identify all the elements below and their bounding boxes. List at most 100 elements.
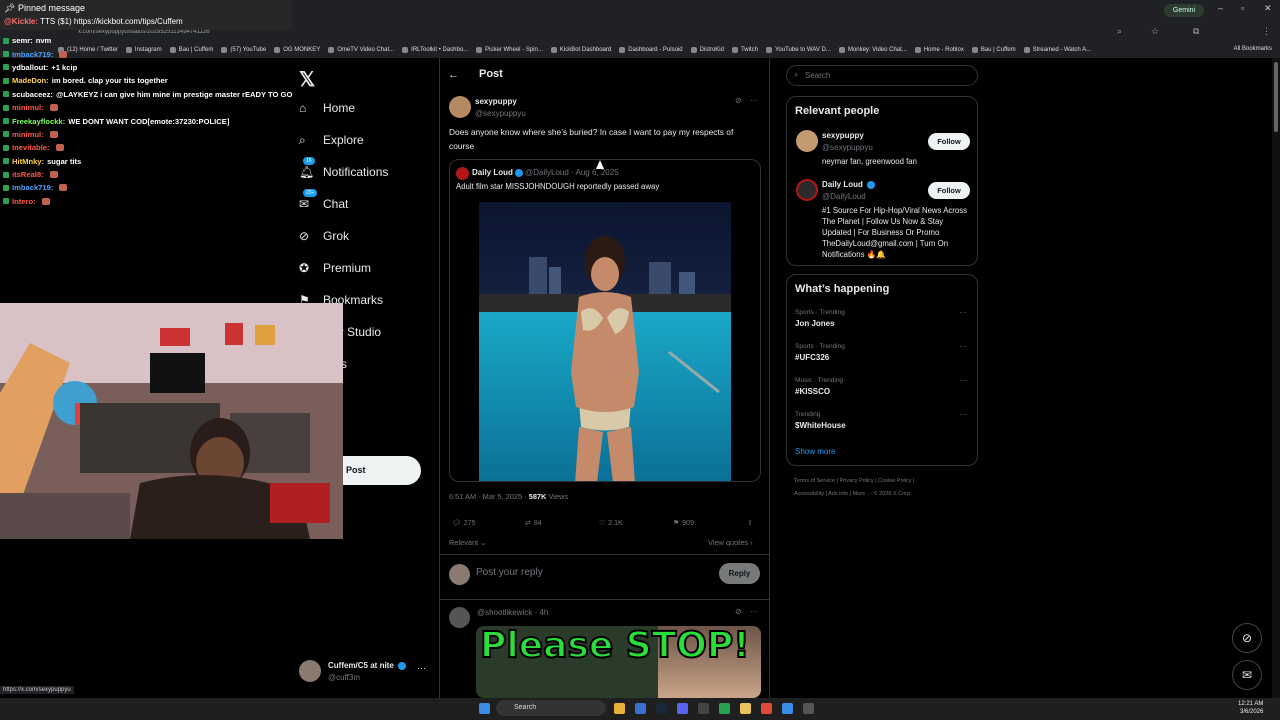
bookmark-item[interactable]: Monkey: Video Chat... [838,47,907,53]
steam-icon[interactable] [656,703,667,714]
bookmark-item[interactable]: Twitch [731,47,758,53]
bookmark-item[interactable]: Dashboard - Pulsoid [619,47,683,53]
nav-item-notifications[interactable]: 🔔︎ 16 Notifications [299,157,388,179]
quoted-post[interactable]: Daily Loud @DailyLoud · Aug 6, 2025 Adul… [449,159,761,482]
minimize-icon[interactable]: – [1218,3,1223,13]
chat-username[interactable]: Freekayflockk: [12,117,65,126]
follow-button[interactable]: Follow [928,133,970,150]
star-icon[interactable]: ☆ [1151,26,1159,37]
taskbar-search[interactable]: Search [496,700,606,716]
more-icon[interactable]: ··· [750,607,758,616]
chrome-icon[interactable] [761,703,772,714]
discord-icon[interactable] [677,703,688,714]
author-avatar[interactable] [449,96,471,118]
gemini-button[interactable]: Gemini [1164,4,1204,17]
more-icon[interactable]: ··· [750,96,758,105]
bookmark-item[interactable]: Bau | Cuffem [971,47,1016,53]
avatar[interactable] [796,179,818,201]
app-icon[interactable] [698,703,709,714]
reply-input[interactable]: Post your reply [476,567,543,578]
post-button[interactable]: Post [343,456,421,485]
more-icon[interactable]: ··· [959,376,967,385]
chat-username[interactable]: semr: [12,36,33,45]
chat-username[interactable]: minimul: [12,103,44,112]
scrollbar[interactable] [1272,58,1280,698]
person-name[interactable]: Daily Loud [822,180,876,189]
sort-dropdown[interactable]: Relevant ⌄ [449,538,486,547]
scroll-thumb[interactable] [1274,62,1278,132]
chat-username[interactable]: Intero: [12,197,36,206]
more-icon[interactable]: ··· [959,308,967,317]
back-arrow-icon[interactable]: ← [448,69,459,81]
avatar[interactable] [796,130,818,152]
like-action[interactable]: ♡ 2.1K [599,519,623,528]
menu-icon[interactable]: ⋮ [1262,26,1271,37]
chrome-icon[interactable] [614,703,625,714]
close-icon[interactable]: ✕ [1264,3,1272,14]
all-bookmarks[interactable]: All Bookmarks [1234,46,1272,52]
chat-username[interactable]: HitMnky: [12,157,44,166]
chat-username[interactable]: Imback719: [12,50,53,59]
zoom-icon[interactable]: ⌕ [1117,26,1122,37]
comment-avatar[interactable] [449,607,470,628]
bookmark-item[interactable]: Streamed - Watch A... [1023,47,1091,53]
grok-icon[interactable]: ⊘ [735,607,742,616]
author-name[interactable]: sexypuppy [475,97,517,106]
nav-item-grok[interactable]: ⊘ Grok [299,229,349,243]
more-icon[interactable]: ··· [959,410,967,419]
footer-links[interactable]: Terms of Service | Privacy Policy | Cook… [794,478,914,484]
trend-item[interactable]: #KISSCO [795,387,830,396]
app-icon[interactable] [782,703,793,714]
grok-icon[interactable]: ⊘ [1232,623,1262,653]
follow-button[interactable]: Follow [928,182,970,199]
chat-username[interactable]: ydballout: [12,63,48,72]
trend-item[interactable]: Jon Jones [795,319,835,328]
show-more-link[interactable]: Show more [795,447,835,456]
windows-start-icon[interactable] [479,703,490,714]
repost-action[interactable]: ⇄ 84 [525,519,542,528]
quote-image[interactable] [479,202,731,481]
mail-icon[interactable]: ✉ [1232,660,1262,690]
nav-item-chat[interactable]: ✉ 20+ Chat [299,189,348,211]
extensions-icon[interactable]: ⧉ [1193,26,1199,37]
person-name[interactable]: sexypuppy [822,131,864,140]
folder-icon[interactable] [740,703,751,714]
reply-button[interactable]: Reply [719,563,760,584]
bookmark-action[interactable]: ⚑ 909 [673,519,694,528]
maximize-icon[interactable]: ▫ [1241,3,1244,13]
share-icon[interactable]: ⇧ [747,519,753,527]
search-input[interactable]: Search [786,65,978,86]
nav-item-home[interactable]: ⌂ Home [299,101,355,115]
app-icon[interactable] [635,703,646,714]
trend-item[interactable]: #UFC326 [795,353,829,362]
comment-image[interactable]: Please STOP! [476,626,761,698]
more-icon[interactable]: ··· [959,342,967,351]
bookmark-item[interactable]: Home - Roblox [914,47,964,53]
view-quotes-link[interactable]: View quotes › [708,538,753,547]
reply-action[interactable]: 💬︎ 275 [452,519,476,528]
chat-username[interactable]: Inevitable: [12,143,50,152]
bookmark-item[interactable]: Picker Wheel - Spin... [476,47,543,53]
author-handle[interactable]: @sexypuppyu [475,109,526,118]
app-icon[interactable] [719,703,730,714]
system-clock[interactable]: 12:21 AM 3/6/2026 [1238,700,1263,716]
nav-item-explore[interactable]: ⌕ Explore [299,133,364,147]
x-logo-icon[interactable]: 𝕏 [299,67,315,92]
bookmark-item[interactable]: KickBot Dashboard [550,47,611,53]
chat-username[interactable]: scubaceez: [12,90,53,99]
bookmark-item[interactable]: YouTube to WAV D... [765,47,831,53]
footer-links[interactable]: Accessibility | Ads info | More ··· © 20… [794,491,912,497]
account-switcher[interactable]: Cuffem/C5 at nite @cuff3m ··· [299,659,435,687]
grok-icon[interactable]: ⊘ [735,96,742,105]
chat-username[interactable]: MadeDon: [12,76,49,85]
bookmark-item[interactable]: DistroKid [690,47,724,53]
chat-username[interactable]: itsReal8: [12,170,44,179]
bookmark-item[interactable]: OmeTV Video Chat... [328,47,394,53]
trend-item[interactable]: $WhiteHouse [795,421,846,430]
chat-username[interactable]: minimul: [12,130,44,139]
comment-author[interactable]: @shootlikewick · 4h [477,608,548,617]
more-icon[interactable]: ··· [417,663,426,673]
chat-username[interactable]: Imback719: [12,183,53,192]
app-icon[interactable] [803,703,814,714]
bookmark-item[interactable]: IRLToolkit • Dashbo... [402,47,468,53]
